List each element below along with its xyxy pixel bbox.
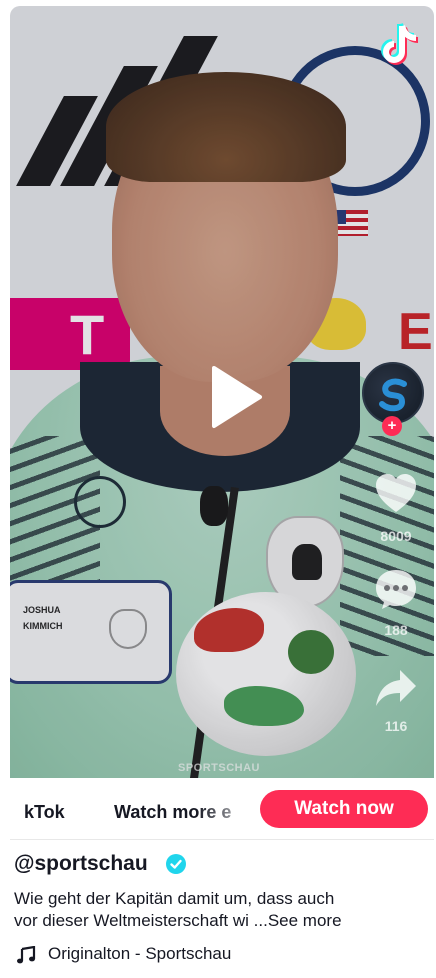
description-line-2: vor dieser Weltmeisterschaft wi ... bbox=[14, 911, 268, 930]
username[interactable]: @sportschau bbox=[14, 852, 148, 876]
watch-more-link[interactable]: Watch more e bbox=[114, 802, 264, 823]
sportschau-logo-icon bbox=[379, 378, 407, 412]
tiktok-brand-text[interactable]: kTok bbox=[24, 802, 65, 823]
follow-plus-button[interactable]: + bbox=[382, 416, 402, 436]
like-count: 8009 bbox=[380, 528, 412, 544]
heart-icon[interactable] bbox=[374, 472, 418, 514]
verified-icon bbox=[166, 854, 186, 874]
tiktok-logo-icon bbox=[381, 23, 419, 65]
video-player[interactable]: T E JOSHUA KIMMICH SPORTSCHAU + 8009 188… bbox=[10, 6, 434, 778]
description-line-1: Wie geht der Kapitän damit um, dass auch bbox=[14, 889, 335, 908]
share-icon[interactable] bbox=[374, 668, 418, 708]
share-count: 116 bbox=[384, 718, 408, 734]
tiktok-embed-card: T E JOSHUA KIMMICH SPORTSCHAU + 8009 188… bbox=[10, 6, 434, 974]
creator-avatar[interactable] bbox=[362, 362, 424, 424]
music-note-icon bbox=[17, 946, 36, 964]
music-title: Originalton - Sportschau bbox=[48, 944, 232, 963]
play-icon[interactable] bbox=[208, 364, 264, 430]
comment-count: 188 bbox=[384, 622, 408, 638]
comment-icon[interactable] bbox=[374, 568, 418, 610]
post-description: Wie geht der Kapitän damit um, dass auch… bbox=[14, 888, 424, 932]
see-more-link[interactable]: See more bbox=[268, 911, 342, 930]
watch-now-button[interactable]: Watch now bbox=[260, 790, 428, 828]
bottom-bar: kTok Watch more e Watch now bbox=[10, 778, 434, 840]
